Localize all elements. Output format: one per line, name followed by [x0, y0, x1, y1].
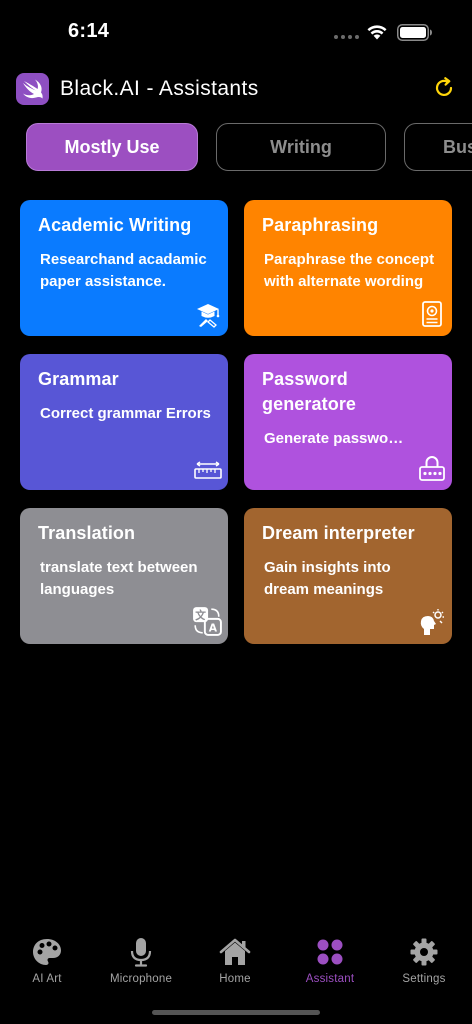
card-paraphrasing[interactable]: Paraphrasing Paraphrase the concept with… [244, 200, 452, 336]
card-title: Translation [38, 523, 136, 543]
svg-text:文: 文 [194, 609, 206, 622]
microphone-icon [125, 936, 157, 968]
tab-label: Settings [402, 973, 446, 985]
status-time: 6:14 [68, 20, 110, 42]
card-description: translate text between languages [40, 559, 198, 598]
home-indicator [152, 1010, 320, 1015]
app-header: Black.AI - Assistants [16, 72, 456, 106]
card-password-generator[interactable]: Password generatore Generate password fo… [244, 354, 452, 490]
tab-assistant[interactable]: Assistant [283, 930, 377, 985]
brain-idea-icon [420, 609, 444, 635]
card-description: Correct grammar Errors [40, 405, 211, 422]
chip-mostly-use[interactable]: Mostly Use [26, 123, 198, 171]
card-title: Password generatore [262, 369, 357, 414]
card-academic-writing[interactable]: Academic Writing Researchand acadamic pa… [20, 200, 228, 336]
chip-business[interactable]: Bus [404, 123, 472, 171]
graduation-cap-icon [197, 304, 220, 328]
chip-writing[interactable]: Writing [216, 123, 386, 171]
card-grammar[interactable]: Grammar Correct grammar Errors [20, 354, 228, 490]
document-icon [422, 301, 442, 327]
cellular-signal-icon [334, 35, 359, 39]
card-description: Generate password for ap... [264, 430, 404, 447]
tab-bar: AI Art Microphone Home Assistant Setting… [0, 930, 472, 1000]
page-title: Black.AI - Assistants [60, 77, 259, 100]
screen: 6:14 Black.AI - Assistants Mostly Use Wr… [0, 0, 472, 1024]
status-bar: 6:14 [0, 0, 472, 62]
tab-label: Microphone [109, 973, 173, 985]
tab-settings[interactable]: Settings [377, 930, 471, 985]
tab-ai-art[interactable]: AI Art [0, 930, 94, 985]
battery-icon [397, 24, 432, 41]
translate-icon: 文 A [193, 607, 222, 636]
four-dots-icon [314, 936, 346, 968]
house-icon [219, 936, 251, 968]
gear-icon [408, 936, 440, 968]
lock-icon [419, 456, 445, 481]
category-chips: Mostly Use Writing Bus [26, 123, 472, 172]
wifi-icon [367, 25, 387, 40]
card-title: Paraphrasing [262, 215, 379, 235]
swift-logo-icon [16, 73, 49, 105]
tab-label: AI Art [32, 973, 62, 985]
refresh-icon[interactable] [432, 76, 456, 100]
tab-home[interactable]: Home [188, 930, 282, 985]
card-title: Academic Writing [38, 215, 192, 235]
tab-label: Assistant [305, 973, 355, 985]
svg-text:A: A [209, 622, 218, 635]
card-dream-interpreter[interactable]: Dream interpreter Gain insights into dre… [244, 508, 452, 644]
card-title: Dream interpreter [262, 523, 415, 543]
palette-icon [31, 936, 63, 968]
ruler-icon [194, 461, 222, 479]
tab-label: Home [219, 973, 251, 985]
tab-microphone[interactable]: Microphone [94, 930, 188, 985]
card-description: Gain insights into dream meanings [264, 559, 391, 598]
card-description: Paraphrase the concept with alternate wo… [264, 251, 435, 290]
card-translation[interactable]: Translation translate text between langu… [20, 508, 228, 644]
card-description: Researchand acadamic paper assistance. [40, 251, 207, 290]
card-title: Grammar [38, 369, 119, 389]
